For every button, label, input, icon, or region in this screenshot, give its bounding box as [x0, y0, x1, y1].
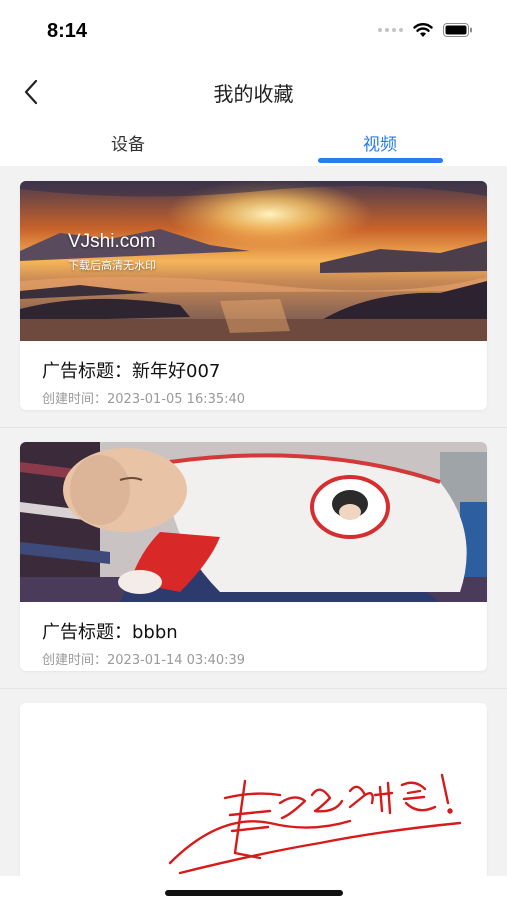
- divider: [0, 427, 507, 428]
- video-card[interactable]: 广告标题：bbbn 创建时间：2023-01-14 03:40:39: [20, 442, 487, 671]
- video-title: 广告标题：bbbn: [42, 622, 178, 643]
- video-thumbnail: [20, 703, 487, 900]
- tab-devices[interactable]: 设备: [48, 130, 208, 155]
- signal-icon: [378, 28, 403, 32]
- created-time: 创建时间：2023-01-14 03:40:39: [42, 653, 246, 668]
- video-thumbnail: VJshi.com 下载后高清无水印: [20, 181, 487, 341]
- status-bar: 8:14: [0, 0, 507, 64]
- battery-icon: [443, 23, 472, 37]
- video-card[interactable]: VJshi.com 下载后高清无水印 广告标题：新年好007 创建时间：2023…: [20, 181, 487, 410]
- home-area: [0, 876, 507, 900]
- video-thumbnail: [20, 442, 487, 602]
- tab-videos[interactable]: 视频: [300, 130, 460, 155]
- video-title: 广告标题：新年好007: [42, 361, 221, 382]
- calligraphy-image: [20, 703, 487, 900]
- status-icons: [378, 22, 473, 38]
- favorites-list[interactable]: VJshi.com 下载后高清无水印 广告标题：新年好007 创建时间：2023…: [0, 166, 507, 900]
- watermark-subtext: 下载后高清无水印: [68, 259, 156, 272]
- created-time: 创建时间：2023-01-05 16:35:40: [42, 392, 246, 407]
- status-time: 8:14: [47, 20, 88, 42]
- page-title: 我的收藏: [213, 82, 294, 106]
- video-card[interactable]: [20, 703, 487, 900]
- tab-bar: 设备 视频: [0, 120, 507, 166]
- wifi-icon: [413, 23, 433, 37]
- navigation-bar: 我的收藏: [0, 64, 507, 120]
- active-tab-indicator: [318, 158, 443, 163]
- home-indicator[interactable]: [165, 890, 343, 896]
- divider: [0, 688, 507, 689]
- watermark-text: VJshi.com: [68, 231, 156, 252]
